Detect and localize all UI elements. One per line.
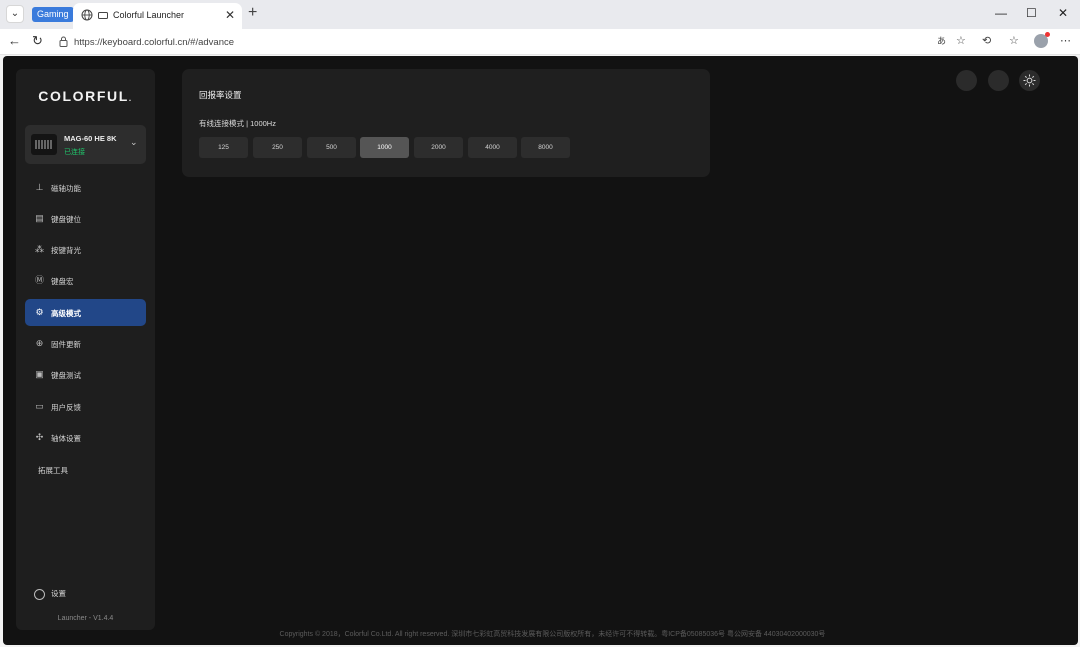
magnet-icon: ⊥ [35, 182, 44, 192]
sidebar-item-keymap[interactable]: ▤ 键盘键位 [25, 205, 146, 232]
report-rate-card: 回报率设置 有线连接模式 | 1000Hz 125 250 500 1000 2… [182, 69, 710, 177]
macro-icon: Ⓜ [34, 275, 44, 285]
favorites-icon[interactable]: ☆ [1009, 35, 1019, 48]
settings-button[interactable]: 设置 [34, 588, 66, 600]
tab-bar: ⌄ Gaming Colorful Launcher ✕ + — ☐ ✕ [0, 0, 1080, 29]
window-close-icon[interactable]: ✕ [1058, 7, 1068, 19]
rate-option-250[interactable]: 250 [253, 137, 302, 158]
sidebar-item-label: 按键背光 [51, 246, 81, 255]
logo: COLORFUL. [16, 88, 155, 104]
connection-status: 已连接 [64, 149, 85, 156]
more-icon[interactable]: ⋯ [1060, 35, 1071, 48]
device-name: MAG-60 HE 8K [64, 134, 117, 143]
close-icon[interactable]: ✕ [225, 8, 235, 22]
rate-option-500[interactable]: 500 [307, 137, 356, 158]
sidebar-item-label: 键盘测试 [51, 371, 81, 380]
plus-icon[interactable]: + [248, 5, 257, 21]
version-text: Launcher - V1.4.4 [57, 615, 114, 622]
url-field[interactable]: https://keyboard.colorful.cn/#/advance [54, 32, 974, 52]
gear-icon [34, 588, 45, 600]
rate-option-2000[interactable]: 2000 [414, 137, 463, 158]
sidebar-item-switch[interactable]: ✣ 轴体设置 [25, 424, 146, 451]
sidebar-item-feedback[interactable]: ▭ 用户反馈 [25, 393, 146, 420]
round-button-1[interactable] [956, 70, 977, 91]
rate-option-125[interactable]: 125 [199, 137, 248, 158]
back-icon[interactable]: ← [8, 34, 21, 48]
rate-option-4000[interactable]: 4000 [468, 137, 517, 158]
reload-icon[interactable]: ↻ [32, 34, 43, 48]
sidebar-item-backlight[interactable]: ⁂ 按键背光 [25, 236, 146, 263]
sidebar-item-label: 键盘键位 [51, 215, 81, 224]
rate-option-1000[interactable]: 1000 [360, 137, 409, 158]
logo-text: COLORFUL [38, 88, 129, 104]
advanced-icon: ⚙ [35, 307, 44, 317]
update-icon: ⊕ [35, 338, 44, 348]
browser-tab[interactable]: Colorful Launcher ✕ [73, 3, 242, 29]
app-area: COLORFUL. MAG-60 HE 8K 已连接 ⌄ ⊥ 磁轴功能 ▤ 键盘键位… [3, 56, 1078, 645]
backlight-icon: ⁂ [35, 244, 44, 254]
sidebar-item-advanced[interactable]: ⚙ 高级模式 [25, 299, 146, 326]
extensions-icon[interactable]: ⟲ [982, 35, 991, 48]
footer-copyright: Copyrights © 2018，Colorful Co.Ltd. All r… [279, 631, 826, 638]
tab-favicon [98, 12, 108, 19]
lock-icon [59, 36, 68, 47]
sidebar-item-label: 高级模式 [51, 309, 81, 318]
settings-label: 设置 [51, 589, 66, 598]
round-button-2[interactable] [988, 70, 1009, 91]
sidebar-item-test[interactable]: ▣ 键盘测试 [25, 361, 146, 388]
card-title: 回报率设置 [199, 90, 242, 100]
sidebar-item-label: 键盘宏 [51, 277, 74, 286]
rate-option-8000[interactable]: 8000 [521, 137, 570, 158]
feedback-icon: ▭ [35, 401, 44, 411]
sidebar-item-label: 轴体设置 [51, 434, 81, 443]
tab-title: Colorful Launcher [113, 10, 185, 20]
sidebar-item-label: 磁轴功能 [51, 184, 81, 193]
sidebar-item-label: 用户反馈 [51, 403, 81, 412]
sidebar-item-label: 固件更新 [51, 340, 81, 349]
theme-toggle[interactable] [1019, 70, 1040, 91]
sun-icon [1023, 74, 1036, 87]
minimize-icon[interactable]: — [995, 7, 1007, 19]
logo-dot: . [128, 94, 133, 103]
test-icon: ▣ [35, 369, 44, 379]
star-icon[interactable]: ☆ [956, 35, 966, 48]
maximize-icon[interactable]: ☐ [1026, 7, 1037, 19]
sidebar: COLORFUL. MAG-60 HE 8K 已连接 ⌄ ⊥ 磁轴功能 ▤ 键盘键位… [16, 69, 155, 630]
device-selector[interactable]: MAG-60 HE 8K 已连接 ⌄ [25, 125, 146, 164]
extension-tools[interactable]: 拓展工具 [38, 465, 68, 476]
globe-icon [81, 9, 93, 21]
chevron-down-icon[interactable]: ⌄ [130, 137, 138, 148]
tab-list-icon[interactable]: ⌄ [6, 5, 24, 23]
sidebar-item-magnetic[interactable]: ⊥ 磁轴功能 [25, 174, 146, 201]
connection-mode: 有线连接模式 | 1000Hz [199, 119, 276, 128]
workspace-badge[interactable]: Gaming [32, 7, 74, 22]
sidebar-item-macro[interactable]: Ⓜ 键盘宏 [25, 267, 146, 294]
address-bar: ← ↻ https://keyboard.colorful.cn/#/advan… [0, 29, 1080, 55]
keyboard-thumbnail [31, 134, 57, 155]
browser-window: ⌄ Gaming Colorful Launcher ✕ + — ☐ ✕ ← ↻… [0, 0, 1080, 647]
url-text: https://keyboard.colorful.cn/#/advance [74, 37, 235, 48]
sidebar-item-firmware[interactable]: ⊕ 固件更新 [25, 330, 146, 357]
translate-icon[interactable]: あ [937, 35, 946, 48]
profile-icon[interactable] [1034, 32, 1050, 48]
keyboard-icon: ▤ [35, 213, 44, 223]
switch-icon: ✣ [35, 432, 44, 442]
